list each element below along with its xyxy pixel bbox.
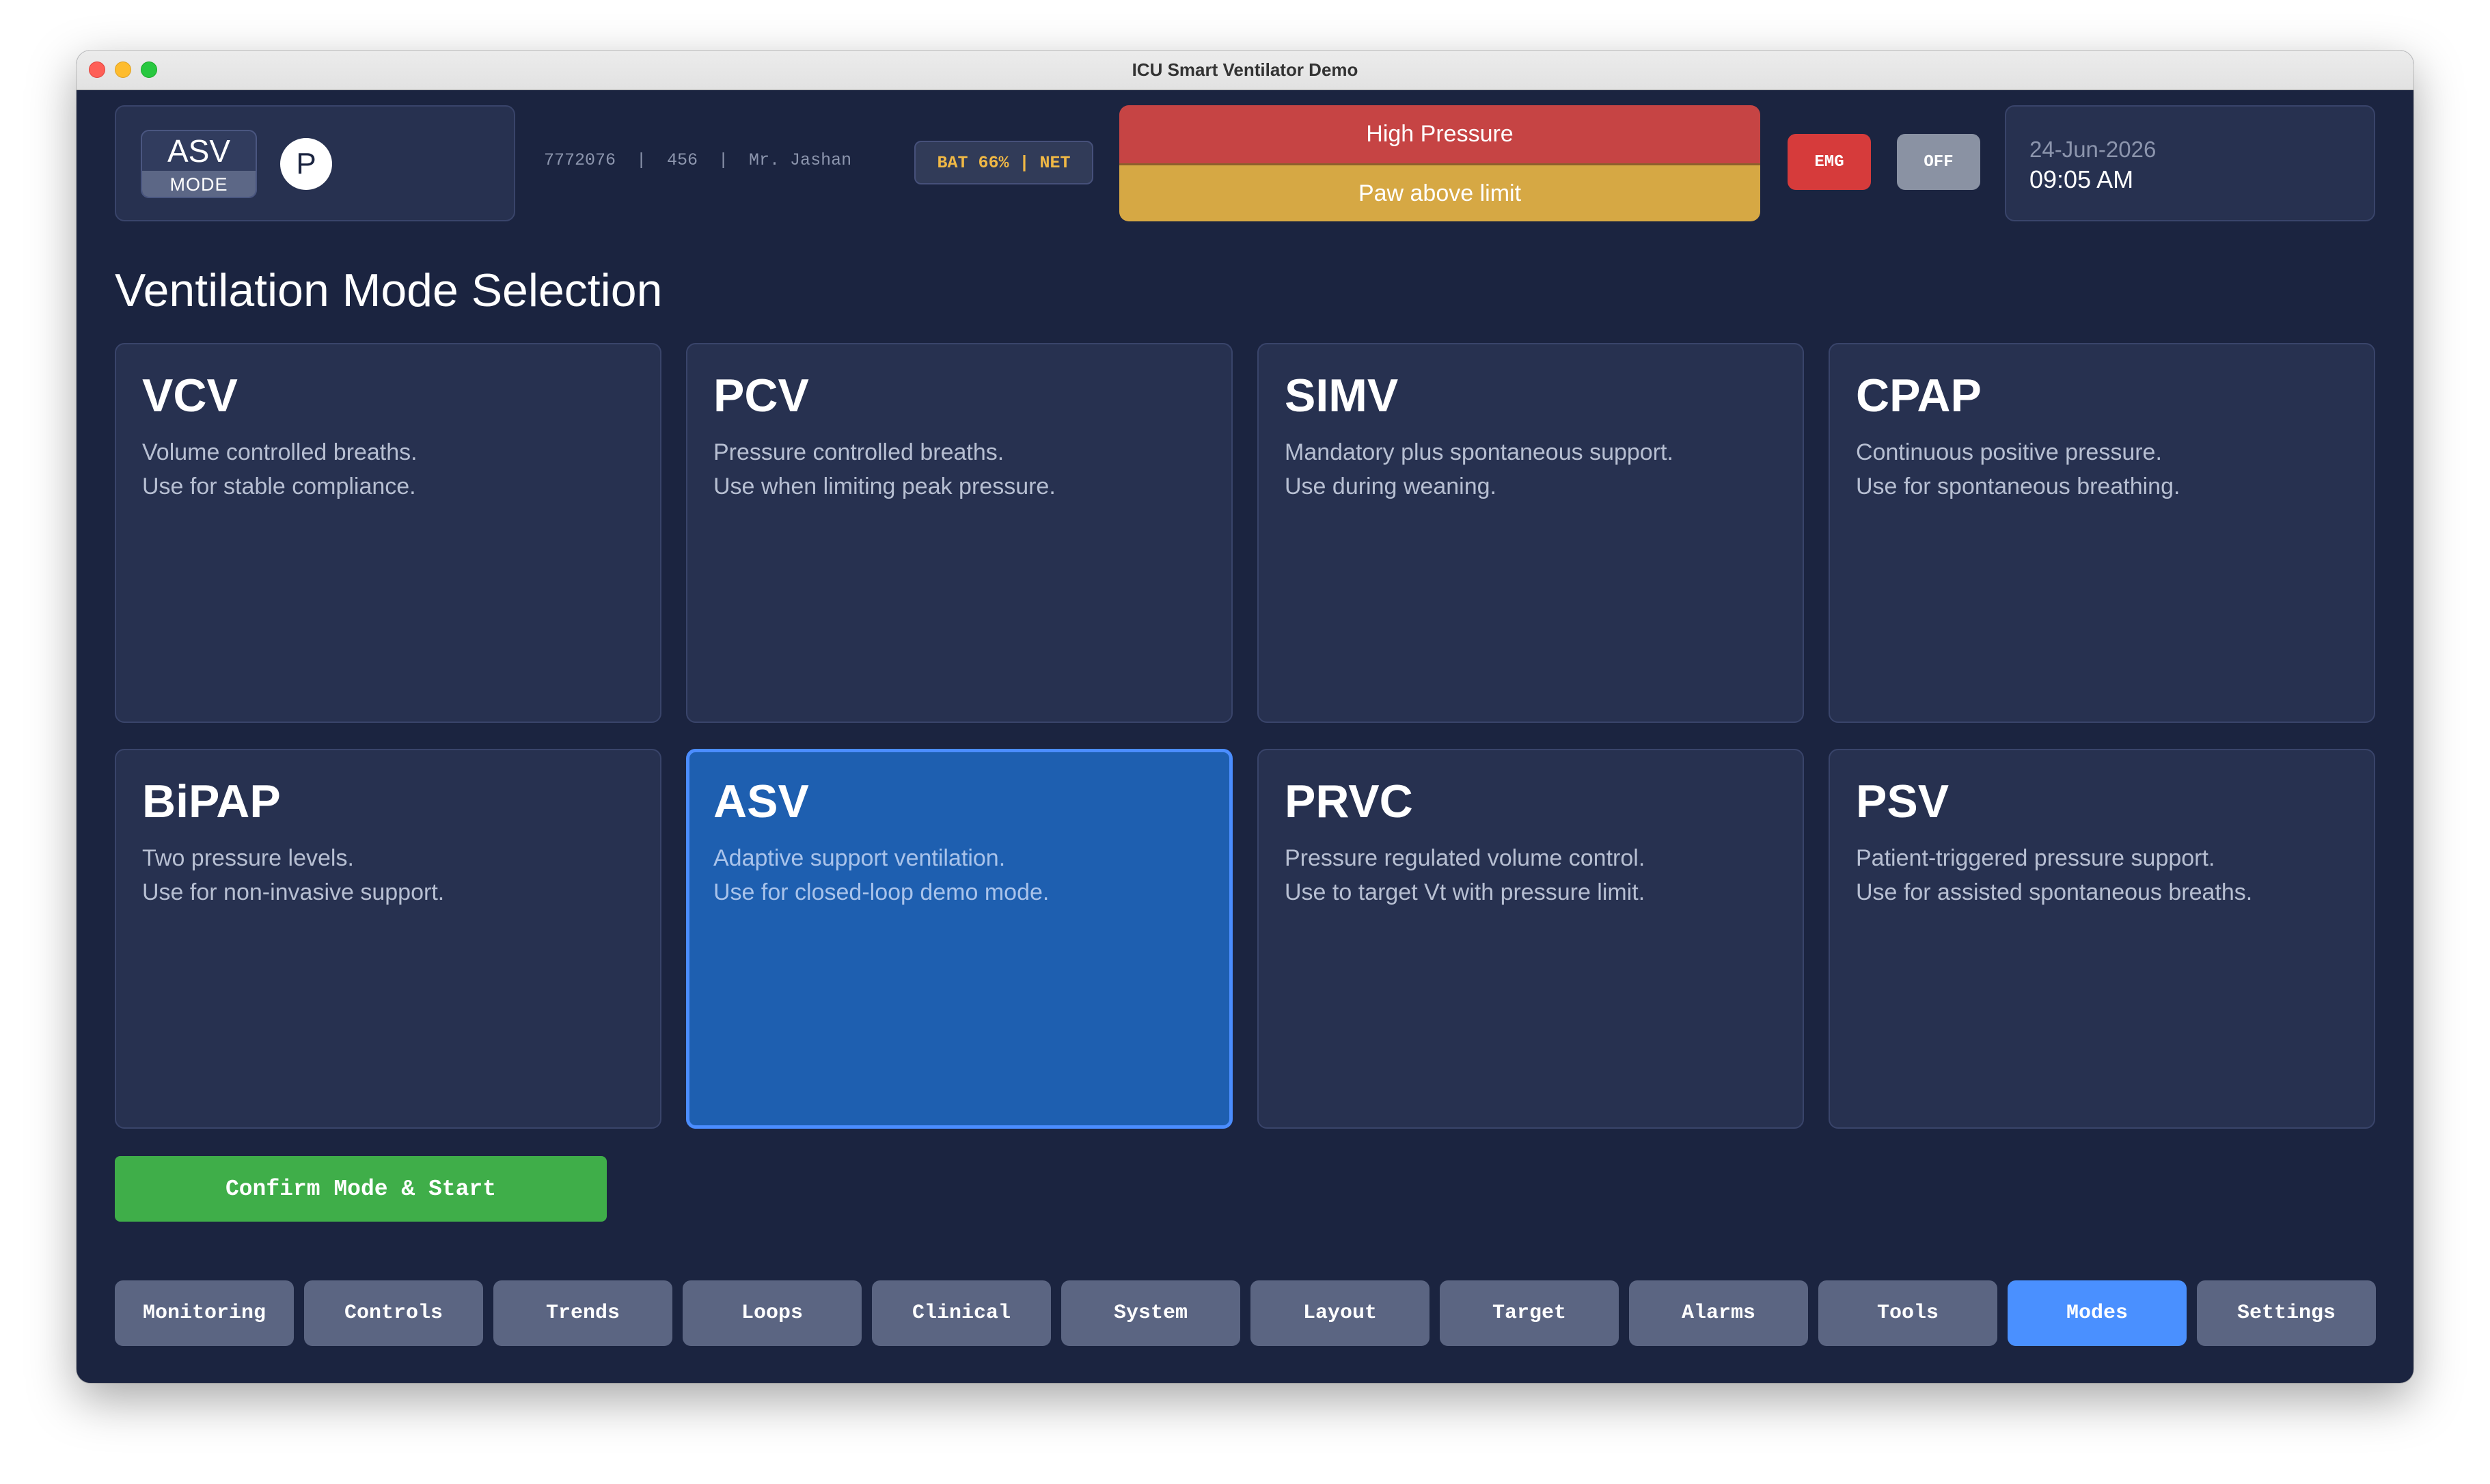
mode-description-line: Two pressure levels.: [142, 844, 354, 871]
minimize-window-button[interactable]: [115, 61, 131, 78]
current-mode-card: ASV MODE P: [115, 105, 515, 221]
tab-settings[interactable]: Settings: [2197, 1280, 2376, 1346]
mode-name: CPAP: [1856, 370, 1982, 422]
page-title: Ventilation Mode Selection: [115, 264, 663, 316]
tab-alarms[interactable]: Alarms: [1629, 1280, 1808, 1346]
tab-clinical[interactable]: Clinical: [872, 1280, 1051, 1346]
tab-trends[interactable]: Trends: [493, 1280, 672, 1346]
mode-tile-prvc[interactable]: PRVC Pressure regulated volume control. …: [1257, 749, 1804, 1129]
mode-description-line: Mandatory plus spontaneous support.: [1285, 439, 1673, 465]
mode-description: Pressure controlled breaths. Use when li…: [713, 435, 1205, 504]
mode-description-line: Continuous positive pressure.: [1856, 439, 2162, 465]
emergency-button[interactable]: EMG: [1788, 134, 1871, 190]
mode-description: Continuous positive pressure. Use for sp…: [1856, 435, 2348, 504]
patient-avatar[interactable]: P: [280, 138, 332, 190]
maximize-window-button[interactable]: [141, 61, 157, 78]
mode-description-line: Pressure controlled breaths.: [713, 439, 1004, 465]
mode-usage-line: Use when limiting peak pressure.: [713, 473, 1056, 499]
mode-description-line: Pressure regulated volume control.: [1285, 844, 1645, 871]
mode-badge: ASV MODE: [141, 130, 257, 198]
mode-description: Two pressure levels. Use for non-invasiv…: [142, 841, 634, 909]
mode-usage-line: Use to target Vt with pressure limit.: [1285, 879, 1645, 905]
alarm-banner[interactable]: High Pressure Paw above limit: [1119, 105, 1760, 221]
current-mode-value: ASV: [167, 133, 231, 169]
mode-name: PRVC: [1285, 775, 1413, 827]
mode-description: Patient-triggered pressure support. Use …: [1856, 841, 2348, 909]
mode-name: ASV: [713, 775, 809, 827]
tab-system[interactable]: System: [1061, 1280, 1240, 1346]
mode-tile-simv[interactable]: SIMV Mandatory plus spontaneous support.…: [1257, 343, 1804, 723]
alarm-paw-limit[interactable]: Paw above limit: [1119, 163, 1760, 221]
bottom-nav: Monitoring Controls Trends Loops Clinica…: [115, 1280, 2376, 1346]
title-bar: ICU Smart Ventilator Demo: [77, 51, 2413, 90]
main-content: ASV MODE P 7772076 | 456 | Mr. Jashan BA…: [77, 90, 2413, 1383]
mode-tile-cpap[interactable]: CPAP Continuous positive pressure. Use f…: [1829, 343, 2375, 723]
mode-usage-line: Use during weaning.: [1285, 473, 1496, 499]
datetime-card: 24-Jun-2026 09:05 AM: [2005, 105, 2375, 221]
mode-name: SIMV: [1285, 370, 1399, 422]
mode-description-line: Volume controlled breaths.: [142, 439, 418, 465]
mode-description: Volume controlled breaths. Use for stabl…: [142, 435, 634, 504]
power-off-button[interactable]: OFF: [1897, 134, 1980, 190]
current-date: 24-Jun-2026: [2029, 137, 2157, 162]
battery-network-status: BAT 66% | NET: [914, 141, 1093, 184]
mode-tile-bipap[interactable]: BiPAP Two pressure levels. Use for non-i…: [115, 749, 661, 1129]
mode-tile-psv[interactable]: PSV Patient-triggered pressure support. …: [1829, 749, 2375, 1129]
current-time: 09:05 AM: [2029, 165, 2134, 193]
mode-description: Mandatory plus spontaneous support. Use …: [1285, 435, 1777, 504]
mode-name: PCV: [713, 370, 809, 422]
mode-usage-line: Use for assisted spontaneous breaths.: [1856, 879, 2253, 905]
mode-description-line: Patient-triggered pressure support.: [1856, 844, 2215, 871]
confirm-mode-button[interactable]: Confirm Mode & Start: [115, 1156, 607, 1222]
tab-layout[interactable]: Layout: [1250, 1280, 1429, 1346]
app-window: ICU Smart Ventilator Demo ASV MODE P 777…: [77, 51, 2413, 1383]
patient-info: 7772076 | 456 | Mr. Jashan: [544, 150, 852, 170]
mode-usage-line: Use for non-invasive support.: [142, 879, 445, 905]
mode-name: PSV: [1856, 775, 1949, 827]
mode-name: BiPAP: [142, 775, 281, 827]
tab-modes[interactable]: Modes: [2008, 1280, 2187, 1346]
tab-monitoring[interactable]: Monitoring: [115, 1280, 294, 1346]
mode-description: Adaptive support ventilation. Use for cl…: [713, 841, 1205, 909]
mode-usage-line: Use for stable compliance.: [142, 473, 416, 499]
tab-target[interactable]: Target: [1440, 1280, 1619, 1346]
mode-grid: VCV Volume controlled breaths. Use for s…: [115, 343, 2375, 1129]
mode-tile-asv[interactable]: ASV Adaptive support ventilation. Use fo…: [686, 749, 1233, 1129]
mode-usage-line: Use for closed-loop demo mode.: [713, 879, 1050, 905]
mode-description: Pressure regulated volume control. Use t…: [1285, 841, 1777, 909]
mode-name: VCV: [142, 370, 238, 422]
mode-usage-line: Use for spontaneous breathing.: [1856, 473, 2180, 499]
tab-loops[interactable]: Loops: [683, 1280, 862, 1346]
window-title: ICU Smart Ventilator Demo: [1132, 59, 1358, 80]
current-mode-label: MODE: [142, 171, 256, 197]
mode-tile-pcv[interactable]: PCV Pressure controlled breaths. Use whe…: [686, 343, 1233, 723]
window-controls: [89, 61, 157, 78]
tab-tools[interactable]: Tools: [1818, 1280, 1997, 1346]
mode-description-line: Adaptive support ventilation.: [713, 844, 1006, 871]
tab-controls[interactable]: Controls: [304, 1280, 483, 1346]
mode-tile-vcv[interactable]: VCV Volume controlled breaths. Use for s…: [115, 343, 661, 723]
close-window-button[interactable]: [89, 61, 105, 78]
alarm-high-pressure[interactable]: High Pressure: [1119, 105, 1760, 163]
